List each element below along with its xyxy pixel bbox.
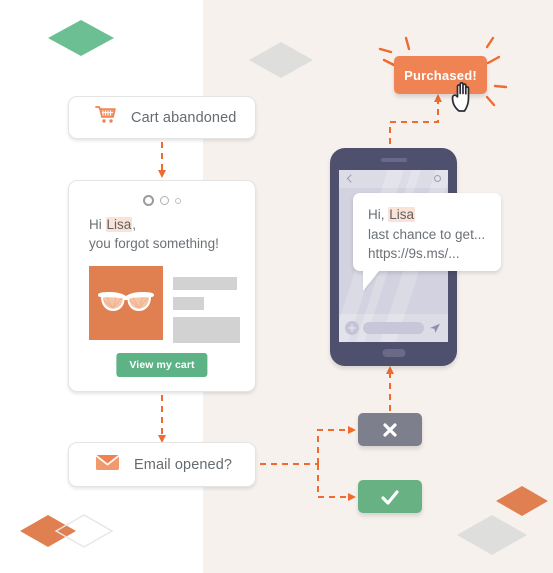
phone-status-bar <box>339 170 448 188</box>
email-preview-card[interactable]: Hi Lisa, you forgot something! View my c… <box>68 180 256 392</box>
placeholder-bar-block <box>173 317 240 343</box>
phone-speaker <box>380 158 407 162</box>
flow-node-email-label: Email opened? <box>134 456 233 473</box>
diamond-grey-bottom-right <box>455 513 529 557</box>
sms-bubble-tail <box>363 270 380 291</box>
window-dot-medium <box>160 196 169 205</box>
email-greeting: Hi Lisa, you forgot something! <box>89 215 219 253</box>
gear-icon[interactable] <box>434 175 441 182</box>
outcome-button-no[interactable] <box>358 413 422 446</box>
shopping-cart-icon <box>95 105 117 130</box>
purchased-badge[interactable]: Purchased! <box>394 56 487 94</box>
flow-node-cart-abandoned[interactable]: Cart abandoned <box>68 96 256 139</box>
automation-flow-illustration: Cart abandoned Hi Lisa, you forgot somet… <box>0 0 553 573</box>
sms-message-bubble: Hi, Lisa last chance to get... https://9… <box>353 193 501 291</box>
check-icon <box>381 489 399 505</box>
window-dot-large <box>143 195 154 206</box>
sms-line1-prefix: Hi, <box>368 207 389 222</box>
diamond-orange-bottom-right <box>494 484 550 518</box>
sms-message-text: Hi, Lisa last chance to get... https://9… <box>368 205 485 264</box>
diamond-green-top-left <box>46 18 116 58</box>
phone-message-input-bar[interactable] <box>339 314 448 342</box>
sms-line3-url: https://9s.ms/... <box>368 246 460 261</box>
sms-line2: last chance to get... <box>368 226 486 242</box>
email-window-dots <box>143 195 181 206</box>
email-product-image <box>89 266 163 340</box>
window-dot-small <box>175 197 181 204</box>
placeholder-bar-wide <box>173 277 237 290</box>
placeholder-bar-short <box>173 297 204 310</box>
diamond-grey-top-right <box>247 40 315 80</box>
flow-node-cart-label: Cart abandoned <box>131 109 237 126</box>
purchased-badge-label: Purchased! <box>404 67 477 83</box>
send-icon[interactable] <box>429 322 441 334</box>
phone-home-button[interactable] <box>382 349 405 357</box>
email-greeting-prefix: Hi <box>89 217 106 232</box>
flow-node-email-opened[interactable]: Email opened? <box>68 442 256 487</box>
envelope-icon <box>95 453 120 477</box>
email-greeting-name: Lisa <box>105 217 133 232</box>
sms-recipient-name: Lisa <box>388 207 416 222</box>
email-text-placeholders <box>173 277 240 343</box>
outcome-button-yes[interactable] <box>358 480 422 513</box>
diamond-outline-bottom-left <box>54 513 114 549</box>
message-text-field[interactable] <box>363 322 424 334</box>
email-greeting-suffix: , <box>132 217 137 232</box>
plus-icon[interactable] <box>345 321 359 335</box>
email-greeting-line2: you forgot something! <box>89 236 219 251</box>
view-my-cart-button[interactable]: View my cart <box>116 353 208 377</box>
cross-icon <box>383 422 397 437</box>
chevron-left-icon[interactable] <box>345 174 354 183</box>
